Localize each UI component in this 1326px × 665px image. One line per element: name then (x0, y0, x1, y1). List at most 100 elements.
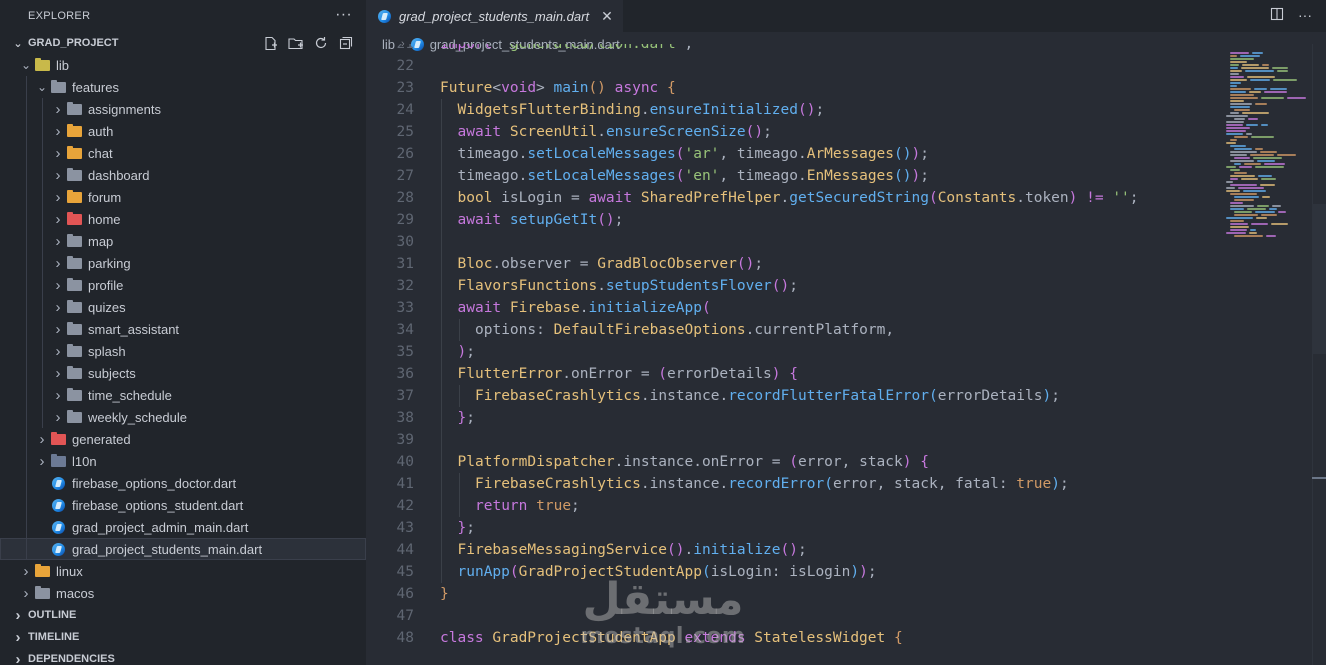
tab-active-file[interactable]: grad_project_students_main.dart ✕ (366, 0, 623, 32)
tree-folder[interactable]: › splash (0, 340, 366, 362)
dart-file-icon (50, 520, 66, 534)
minimap-line (1230, 205, 1254, 207)
more-actions-icon[interactable]: ··· (1298, 7, 1312, 24)
chevron-right-icon: › (15, 650, 21, 665)
code-text: timeago.setLocaleMessages('ar', timeago.… (458, 146, 929, 162)
tree-folder[interactable]: › l10n (0, 450, 366, 472)
split-editor-icon[interactable] (1270, 7, 1284, 24)
code-token: ; (867, 564, 877, 580)
close-icon[interactable]: ✕ (601, 8, 613, 25)
tree-folder[interactable]: › assignments (0, 98, 366, 120)
tree-folder[interactable]: › smart_assistant (0, 318, 366, 340)
minimap[interactable] (1224, 52, 1310, 242)
code-token: void (501, 80, 537, 96)
tree-folder[interactable]: › time_schedule (0, 384, 366, 406)
tree-folder[interactable]: › profile (0, 274, 366, 296)
code-text: FlutterError.onError = (errorDetails) { (458, 366, 799, 382)
tree-file[interactable]: firebase_options_doctor.dart (0, 472, 366, 494)
minimap-line (1230, 226, 1249, 228)
tree-item-label: linux (56, 563, 83, 579)
code-token: ) (1042, 388, 1052, 404)
code-text: timeago.setLocaleMessages('en', timeago.… (458, 168, 929, 184)
indent-guide (441, 429, 442, 451)
more-actions-icon[interactable]: ··· (335, 6, 352, 24)
tree-folder[interactable]: › quizes (0, 296, 366, 318)
folder-shape (50, 79, 66, 93)
minimap-line (1234, 148, 1252, 150)
tree-folder[interactable]: › linux (0, 560, 366, 582)
section-outline[interactable]: › OUTLINE (0, 604, 366, 626)
code-text: await Firebase.initializeApp( (458, 300, 711, 316)
folder-shape (66, 299, 82, 313)
tree-folder[interactable]: ⌄ features (0, 76, 366, 98)
watermark-text: mostaql.com (580, 624, 746, 649)
minimap-line (1230, 52, 1249, 54)
code-token: () (588, 80, 606, 96)
section-timeline[interactable]: › TIMELINE (0, 626, 366, 648)
tree-folder[interactable]: › auth (0, 120, 366, 142)
indent-guide (26, 274, 27, 296)
vertical-scrollbar[interactable] (1312, 44, 1326, 665)
tree-folder[interactable]: › weekly_schedule (0, 406, 366, 428)
tree-file[interactable]: firebase_options_student.dart (0, 494, 366, 516)
indent-guide (441, 275, 442, 297)
new-folder-icon[interactable] (287, 35, 304, 51)
code-token: FirebaseMessagingService (457, 542, 668, 558)
minimap-line (1264, 91, 1287, 93)
refresh-icon[interactable] (312, 35, 329, 51)
scrollbar-thumb[interactable] (1312, 204, 1326, 354)
code-token: await (457, 300, 502, 316)
code-line: 42 return true; (366, 495, 1226, 517)
tree-folder[interactable]: › subjects (0, 362, 366, 384)
code-token: true (1016, 476, 1052, 492)
code-token: ; (920, 146, 929, 162)
indent-guide (42, 142, 43, 164)
dart-file-icon (50, 498, 66, 512)
tree-item-label: parking (88, 255, 131, 271)
folder-icon (66, 277, 82, 292)
minimap-line (1230, 202, 1243, 204)
tree-folder[interactable]: › chat (0, 142, 366, 164)
tree-folder[interactable]: › macos (0, 582, 366, 604)
tree-file[interactable]: grad_project_students_main.dart (0, 538, 366, 560)
minimap-line (1230, 94, 1254, 96)
minimap-line (1230, 76, 1244, 78)
tree-item-label: forum (88, 189, 122, 205)
indent-guide (458, 319, 460, 341)
minimap-line (1246, 133, 1252, 135)
minimap-line (1234, 109, 1250, 111)
section-label: OUTLINE (28, 609, 77, 621)
tree-item-label: generated (72, 431, 131, 447)
code-token: : (536, 322, 554, 338)
new-file-icon[interactable] (262, 35, 279, 51)
collapse-all-icon[interactable] (337, 35, 354, 51)
minimap-line (1234, 136, 1248, 138)
minimap-line (1244, 163, 1261, 165)
indent-guide (441, 495, 442, 517)
code-editor[interactable]: 21 import 'generated/l10n.dart'; 22 23 Futur… (366, 44, 1326, 665)
dart-logo (51, 520, 65, 534)
code-token: await (457, 212, 502, 228)
tree-file[interactable]: grad_project_admin_main.dart (0, 516, 366, 538)
section-dependencies[interactable]: › DEPENDENCIES (0, 648, 366, 665)
code-token: '' (1112, 190, 1130, 206)
code-line: 34 options: DefaultFirebaseOptions.curren… (366, 319, 1226, 341)
folder-shape (66, 387, 82, 401)
tree-folder[interactable]: › generated (0, 428, 366, 450)
tree-folder[interactable]: › home (0, 208, 366, 230)
minimap-line (1226, 181, 1233, 183)
tree-folder[interactable]: › parking (0, 252, 366, 274)
tree-item-label: weekly_schedule (88, 409, 188, 425)
tree-folder[interactable]: › dashboard (0, 164, 366, 186)
project-root-row[interactable]: ⌄ GRAD_PROJECT (0, 32, 366, 54)
code-token: true (536, 498, 572, 514)
code-token: < (492, 80, 502, 96)
tree-folder[interactable]: › map (0, 230, 366, 252)
tree-folder[interactable]: › forum (0, 186, 366, 208)
section-label: TIMELINE (28, 631, 80, 643)
minimap-line (1230, 88, 1251, 90)
tree-folder[interactable]: ⌄ lib (0, 54, 366, 76)
